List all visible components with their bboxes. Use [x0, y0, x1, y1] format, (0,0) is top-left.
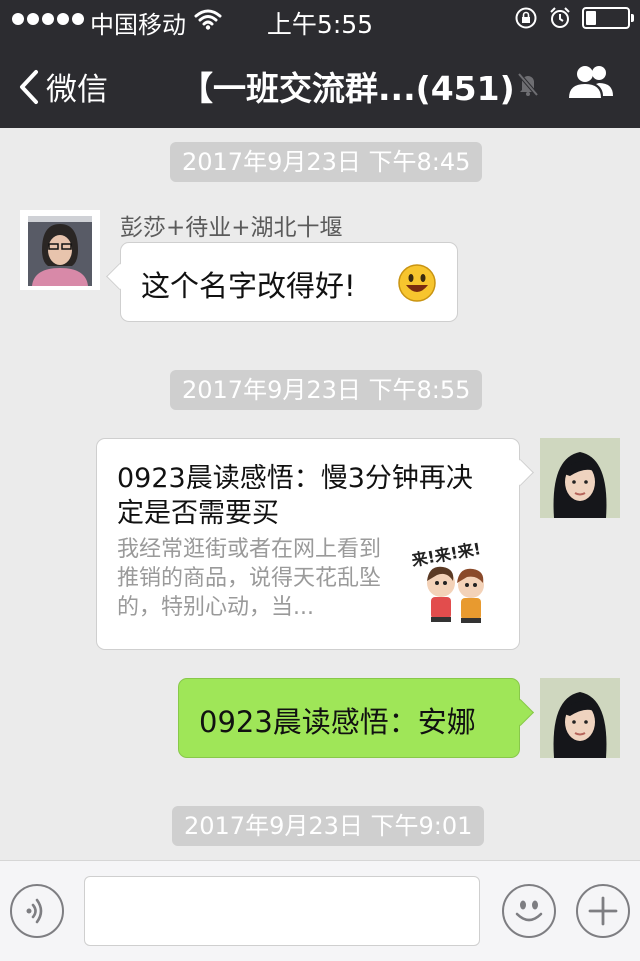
nav-bar: 微信 【一班交流群...(451): [0, 40, 640, 128]
status-bar: 中国移动 上午5:55: [0, 0, 640, 40]
voice-input-button[interactable]: [10, 884, 64, 938]
timestamp: 2017年9月23日 下午9:01: [172, 806, 485, 846]
incoming-message-bubble[interactable]: 这个名字改得好!: [120, 242, 458, 322]
back-button[interactable]: 微信: [18, 64, 108, 109]
top-bar: 中国移动 上午5:55 微信 【一班交流群...(451): [0, 0, 640, 128]
plus-icon: [588, 896, 618, 926]
timestamp: 2017年9月23日 下午8:45: [170, 142, 483, 182]
smiley-emoji-icon: [398, 264, 436, 302]
my-avatar[interactable]: [540, 438, 620, 518]
rotation-lock-icon: [515, 7, 537, 29]
chat-title: 【一班交流群...(451): [180, 69, 515, 108]
avatar-photo-icon: [540, 438, 620, 518]
emoji-button[interactable]: [502, 884, 556, 938]
mute-bell-icon: [517, 72, 539, 97]
more-actions-button[interactable]: [576, 884, 630, 938]
back-label: 微信: [46, 72, 108, 108]
message-input[interactable]: [84, 876, 480, 946]
link-card-description: 我经常逛街或者在网上看到推销的商品，说得天花乱坠的，特别心动，当...: [117, 537, 382, 620]
link-card-thumbnail: 来!来!来!: [407, 539, 503, 627]
my-avatar[interactable]: [540, 678, 620, 758]
sender-name: 彭莎+待业+湖北十堰: [120, 215, 343, 241]
outgoing-message-bubble[interactable]: 0923晨读感悟：安娜: [178, 678, 520, 758]
smiley-icon: [515, 900, 543, 922]
chevron-left-icon: [20, 69, 38, 104]
group-info-button[interactable]: [566, 62, 616, 102]
alarm-icon: [550, 7, 570, 28]
message-text: 这个名字改得好!: [141, 269, 356, 303]
message-text: 0923晨读感悟：安娜: [199, 705, 476, 739]
input-bar: [0, 860, 640, 961]
sender-avatar[interactable]: [20, 210, 100, 290]
battery-icon: [582, 7, 634, 29]
link-card-message[interactable]: 0923晨读感悟：慢3分钟再决定是否需要买 我经常逛街或者在网上看到推销的商品，…: [96, 438, 520, 650]
timestamp: 2017年9月23日 下午8:55: [170, 370, 483, 410]
link-card-title: 0923晨读感悟：慢3分钟再决定是否需要买: [117, 463, 473, 529]
avatar-photo-icon: [540, 678, 620, 758]
avatar-photo-icon: [20, 210, 100, 290]
voice-wave-icon: [26, 898, 43, 924]
